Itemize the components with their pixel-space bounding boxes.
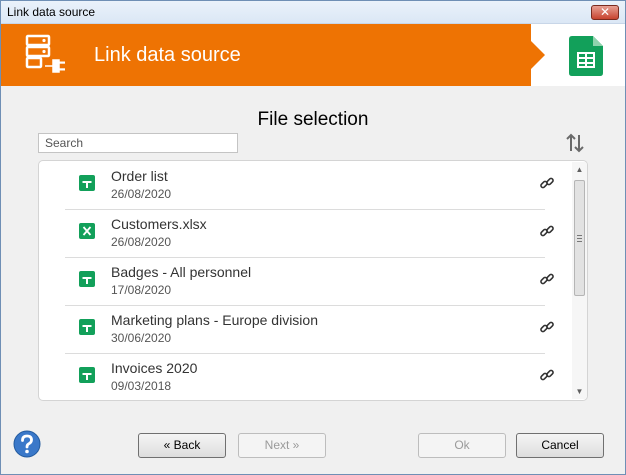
sort-icon[interactable] xyxy=(564,132,586,154)
file-list-item[interactable]: Customers.xlsx 26/08/2020 xyxy=(65,209,554,258)
scroll-down-arrow-icon[interactable]: ▼ xyxy=(572,384,587,399)
file-date: 26/08/2020 xyxy=(111,187,172,201)
header-orange-band: Link data source xyxy=(1,24,531,86)
dialog-window: Link data source ✕ Link data source File… xyxy=(0,0,626,475)
google-sheets-icon xyxy=(79,319,95,335)
link-icon[interactable] xyxy=(539,367,555,383)
thumb-grip xyxy=(577,235,582,236)
next-button[interactable]: Next » xyxy=(238,433,326,458)
section-title: File selection xyxy=(257,109,369,130)
file-date: 30/06/2020 xyxy=(111,331,172,345)
data-source-plug-icon xyxy=(25,34,65,73)
file-list: Order list 26/08/2020 Customers.xlsx 26/… xyxy=(38,160,588,401)
thumb-grip xyxy=(577,238,582,239)
excel-icon xyxy=(79,223,95,239)
close-button[interactable]: ✕ xyxy=(591,5,619,20)
thumb-grip xyxy=(577,241,582,242)
cancel-button[interactable]: Cancel xyxy=(516,433,604,458)
file-date: 09/03/2018 xyxy=(111,379,172,393)
header-title: Link data source xyxy=(94,44,241,66)
file-date: 26/08/2020 xyxy=(111,235,172,249)
google-sheets-icon xyxy=(79,271,95,287)
ok-button[interactable]: Ok xyxy=(418,433,506,458)
google-sheets-icon xyxy=(79,175,95,191)
file-list-item[interactable]: Invoices 2020 09/03/2018 xyxy=(65,353,554,400)
file-name: Marketing plans - Europe division xyxy=(111,312,318,328)
file-list-item[interactable]: Order list 26/08/2020 xyxy=(65,161,554,210)
dialog-content: File selection Order list 26/08/2020 xyxy=(1,87,625,474)
header-arrow xyxy=(531,41,545,69)
scroll-up-arrow-icon[interactable]: ▲ xyxy=(572,162,587,177)
vertical-scrollbar[interactable]: ▲ ▼ xyxy=(572,162,587,399)
link-icon[interactable] xyxy=(539,319,555,335)
link-icon[interactable] xyxy=(539,271,555,287)
file-name: Customers.xlsx xyxy=(111,216,207,232)
link-icon[interactable] xyxy=(539,223,555,239)
window-title: Link data source xyxy=(7,5,96,19)
header-banner: Link data source xyxy=(1,24,625,86)
google-sheets-icon xyxy=(79,367,95,383)
file-date: 17/08/2020 xyxy=(111,283,172,297)
back-button[interactable]: « Back xyxy=(138,433,226,458)
link-icon[interactable] xyxy=(539,175,555,191)
file-name: Badges - All personnel xyxy=(111,264,252,280)
file-list-item[interactable]: Badges - All personnel 17/08/2020 xyxy=(65,257,554,306)
search-input[interactable] xyxy=(38,133,238,153)
file-name: Order list xyxy=(111,168,168,184)
help-icon[interactable] xyxy=(13,430,41,458)
scrollbar-thumb[interactable] xyxy=(574,180,585,296)
file-name: Invoices 2020 xyxy=(111,360,198,376)
google-sheets-icon xyxy=(569,36,603,76)
title-bar: Link data source ✕ xyxy=(1,1,625,24)
file-list-item[interactable]: Marketing plans - Europe division 30/06/… xyxy=(65,305,554,354)
close-icon: ✕ xyxy=(599,5,611,19)
